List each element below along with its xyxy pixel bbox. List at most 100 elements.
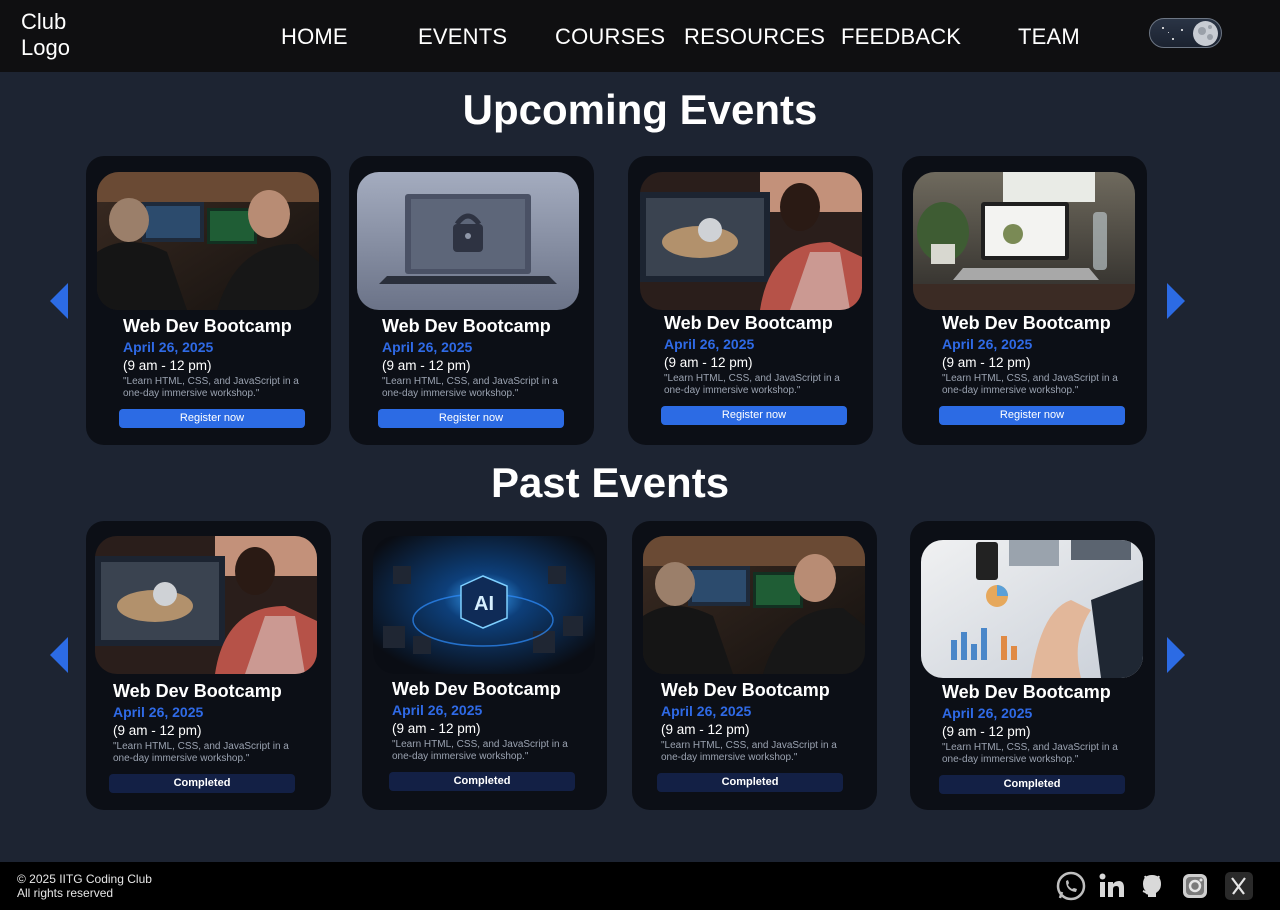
top-navbar: Club Logo HOME EVENTS COURSES RESOURCES … bbox=[0, 0, 1280, 72]
event-time: (9 am - 12 pm) bbox=[664, 355, 753, 370]
star-icon bbox=[1181, 29, 1183, 31]
footer: © 2025 IITG Coding Club All rights reser… bbox=[0, 862, 1280, 910]
upcoming-event-card: Web Dev Bootcamp April 26, 2025 (9 am - … bbox=[628, 156, 873, 445]
event-info: Web Dev Bootcamp April 26, 2025 (9 am - … bbox=[113, 681, 313, 764]
event-image bbox=[97, 172, 319, 310]
nav-feedback[interactable]: FEEDBACK bbox=[841, 24, 961, 50]
copyright-text: © 2025 IITG Coding Club bbox=[17, 872, 152, 886]
event-info: Web Dev Bootcamp April 26, 2025 (9 am - … bbox=[661, 680, 861, 763]
event-description: "Learn HTML, CSS, and JavaScript in a on… bbox=[113, 741, 289, 764]
completed-badge: Completed bbox=[389, 772, 575, 791]
upcoming-prev-arrow[interactable] bbox=[50, 283, 70, 319]
x-twitter-icon[interactable] bbox=[1224, 871, 1254, 901]
event-image bbox=[95, 536, 317, 674]
upcoming-event-card: Web Dev Bootcamp April 26, 2025 (9 am - … bbox=[902, 156, 1147, 445]
event-info: Web Dev Bootcamp April 26, 2025 (9 am - … bbox=[664, 313, 864, 396]
upcoming-event-card: Web Dev Bootcamp April 26, 2025 (9 am - … bbox=[86, 156, 331, 445]
register-button[interactable]: Register now bbox=[661, 406, 847, 425]
event-time: (9 am - 12 pm) bbox=[661, 722, 750, 737]
star-icon bbox=[1168, 32, 1169, 33]
event-time: (9 am - 12 pm) bbox=[113, 723, 202, 738]
event-description: "Learn HTML, CSS, and JavaScript in a on… bbox=[123, 376, 299, 399]
moon-icon bbox=[1193, 21, 1218, 46]
laptop-padlock-photo bbox=[357, 172, 579, 310]
event-title: Web Dev Bootcamp bbox=[664, 313, 833, 333]
event-info: Web Dev Bootcamp April 26, 2025 (9 am - … bbox=[123, 316, 323, 399]
event-description: "Learn HTML, CSS, and JavaScript in a on… bbox=[661, 740, 837, 763]
past-next-arrow[interactable] bbox=[1165, 637, 1185, 673]
event-info: Web Dev Bootcamp April 26, 2025 (9 am - … bbox=[382, 316, 582, 399]
event-time: (9 am - 12 pm) bbox=[123, 358, 212, 373]
laptop-on-desk-photo bbox=[913, 172, 1135, 310]
past-event-card: AI Web Dev Bootcamp April 26, 2025 (9 am… bbox=[362, 521, 607, 810]
event-date: April 26, 2025 bbox=[664, 336, 755, 352]
chevron-left-icon bbox=[50, 637, 68, 673]
two-developers-coding-photo bbox=[97, 172, 319, 310]
theme-toggle[interactable] bbox=[1149, 18, 1222, 48]
developer-headphones-3d-photo bbox=[95, 536, 317, 674]
event-description: "Learn HTML, CSS, and JavaScript in a on… bbox=[664, 373, 840, 396]
event-date: April 26, 2025 bbox=[113, 704, 204, 720]
event-time: (9 am - 12 pm) bbox=[942, 355, 1031, 370]
event-info: Web Dev Bootcamp April 26, 2025 (9 am - … bbox=[942, 313, 1142, 396]
past-prev-arrow[interactable] bbox=[50, 637, 70, 673]
svg-text:AI: AI bbox=[474, 593, 494, 615]
upcoming-events-title: Upcoming Events bbox=[462, 86, 818, 133]
past-event-card: Web Dev Bootcamp April 26, 2025 (9 am - … bbox=[86, 521, 331, 810]
event-title: Web Dev Bootcamp bbox=[942, 682, 1111, 702]
past-event-card: Web Dev Bootcamp April 26, 2025 (9 am - … bbox=[910, 521, 1155, 810]
event-image bbox=[921, 540, 1143, 678]
chevron-right-icon bbox=[1167, 283, 1185, 319]
event-time: (9 am - 12 pm) bbox=[942, 724, 1031, 739]
event-title: Web Dev Bootcamp bbox=[113, 681, 282, 701]
event-date: April 26, 2025 bbox=[661, 703, 752, 719]
instagram-icon[interactable] bbox=[1180, 871, 1210, 901]
event-description: "Learn HTML, CSS, and JavaScript in a on… bbox=[942, 742, 1118, 765]
upcoming-next-arrow[interactable] bbox=[1165, 283, 1185, 319]
event-image bbox=[643, 536, 865, 674]
event-image bbox=[640, 172, 862, 310]
footer-copyright: © 2025 IITG Coding Club All rights reser… bbox=[17, 872, 152, 900]
club-logo[interactable]: Club Logo bbox=[21, 9, 70, 61]
event-date: April 26, 2025 bbox=[382, 339, 473, 355]
nav-courses[interactable]: COURSES bbox=[555, 24, 665, 50]
register-button[interactable]: Register now bbox=[939, 406, 1125, 425]
past-event-card: Web Dev Bootcamp April 26, 2025 (9 am - … bbox=[632, 521, 877, 810]
nav-team[interactable]: TEAM bbox=[1018, 24, 1080, 50]
completed-badge: Completed bbox=[657, 773, 843, 792]
linkedin-icon[interactable] bbox=[1097, 871, 1127, 901]
past-events-title: Past Events bbox=[490, 459, 730, 506]
star-icon bbox=[1162, 27, 1164, 29]
event-title: Web Dev Bootcamp bbox=[392, 679, 561, 699]
event-image bbox=[357, 172, 579, 310]
event-date: April 26, 2025 bbox=[942, 336, 1033, 352]
chevron-right-icon bbox=[1167, 637, 1185, 673]
nav-resources[interactable]: RESOURCES bbox=[684, 24, 825, 50]
rights-text: All rights reserved bbox=[17, 886, 114, 900]
register-button[interactable]: Register now bbox=[119, 409, 305, 428]
completed-badge: Completed bbox=[939, 775, 1125, 794]
event-description: "Learn HTML, CSS, and JavaScript in a on… bbox=[942, 373, 1118, 396]
event-description: "Learn HTML, CSS, and JavaScript in a on… bbox=[392, 739, 568, 762]
event-description: "Learn HTML, CSS, and JavaScript in a on… bbox=[382, 376, 558, 399]
event-title: Web Dev Bootcamp bbox=[942, 313, 1111, 333]
event-title: Web Dev Bootcamp bbox=[382, 316, 551, 336]
event-date: April 26, 2025 bbox=[123, 339, 214, 355]
github-icon[interactable] bbox=[1137, 871, 1167, 901]
event-title: Web Dev Bootcamp bbox=[123, 316, 292, 336]
star-icon bbox=[1172, 38, 1174, 40]
whatsapp-icon[interactable] bbox=[1056, 871, 1086, 901]
nav-events[interactable]: EVENTS bbox=[418, 24, 507, 50]
register-button[interactable]: Register now bbox=[378, 409, 564, 428]
event-image bbox=[913, 172, 1135, 310]
business-charts-photo bbox=[921, 540, 1143, 678]
event-info: Web Dev Bootcamp April 26, 2025 (9 am - … bbox=[392, 679, 592, 762]
ai-chip-photo: AI bbox=[373, 536, 595, 674]
event-title: Web Dev Bootcamp bbox=[661, 680, 830, 700]
event-image: AI bbox=[373, 536, 595, 674]
event-time: (9 am - 12 pm) bbox=[382, 358, 471, 373]
event-info: Web Dev Bootcamp April 26, 2025 (9 am - … bbox=[942, 682, 1142, 765]
completed-badge: Completed bbox=[109, 774, 295, 793]
nav-home[interactable]: HOME bbox=[281, 24, 348, 50]
event-time: (9 am - 12 pm) bbox=[392, 721, 481, 736]
